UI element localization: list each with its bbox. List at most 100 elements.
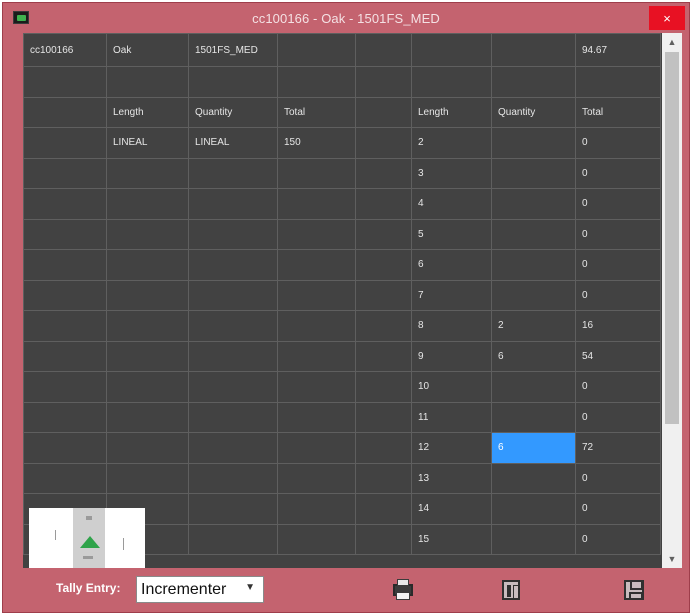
table-cell[interactable]	[491, 66, 576, 98]
table-cell[interactable]	[355, 523, 412, 555]
table-cell[interactable]	[188, 249, 278, 281]
table-cell[interactable]	[23, 96, 107, 128]
table-cell[interactable]: 2	[491, 310, 576, 342]
table-cell[interactable]	[106, 249, 189, 281]
save-icon[interactable]	[623, 579, 645, 601]
table-cell[interactable]	[491, 462, 576, 494]
table-cell[interactable]	[106, 371, 189, 403]
vertical-scrollbar[interactable]: ▲ ▼	[662, 33, 682, 568]
table-cell[interactable]: 0	[575, 493, 661, 525]
table-cell[interactable]	[491, 157, 576, 189]
table-cell[interactable]	[491, 523, 576, 555]
table-cell[interactable]: 11	[411, 401, 492, 433]
table-cell[interactable]	[355, 462, 412, 494]
table-cell[interactable]: Quantity	[491, 96, 576, 128]
table-cell[interactable]	[355, 188, 412, 220]
table-cell[interactable]	[355, 401, 412, 433]
table-cell[interactable]	[491, 401, 576, 433]
table-cell[interactable]: 12	[411, 432, 492, 464]
table-cell[interactable]: 54	[575, 340, 661, 372]
table-cell[interactable]: 72	[575, 432, 661, 464]
table-cell[interactable]: 7	[411, 279, 492, 311]
table-cell[interactable]: 0	[575, 462, 661, 494]
table-cell[interactable]	[23, 157, 107, 189]
table-cell[interactable]: 0	[575, 279, 661, 311]
table-cell[interactable]	[355, 127, 412, 159]
table-cell[interactable]	[277, 66, 356, 98]
table-cell[interactable]	[23, 188, 107, 220]
table-cell[interactable]: Oak	[106, 33, 189, 67]
table-cell[interactable]	[355, 218, 412, 250]
table-cell[interactable]	[491, 249, 576, 281]
tally-entry-select[interactable]: Incrementer ▼	[136, 576, 264, 603]
table-cell[interactable]	[188, 401, 278, 433]
table-cell[interactable]	[23, 371, 107, 403]
table-cell[interactable]	[277, 523, 356, 555]
table-cell[interactable]	[23, 401, 107, 433]
table-cell[interactable]: 8	[411, 310, 492, 342]
table-cell[interactable]	[106, 279, 189, 311]
table-cell[interactable]	[23, 279, 107, 311]
table-cell[interactable]	[106, 218, 189, 250]
table-cell[interactable]	[277, 462, 356, 494]
table-cell[interactable]	[355, 96, 412, 128]
table-cell[interactable]: 9	[411, 340, 492, 372]
table-cell[interactable]: 1501FS_MED	[188, 33, 278, 67]
table-cell[interactable]	[188, 279, 278, 311]
table-cell[interactable]	[277, 279, 356, 311]
table-cell[interactable]: Length	[411, 96, 492, 128]
table-cell[interactable]	[106, 462, 189, 494]
table-cell[interactable]	[277, 310, 356, 342]
table-cell[interactable]: 94.67	[575, 33, 661, 67]
table-cell[interactable]: 5	[411, 218, 492, 250]
table-cell[interactable]	[23, 340, 107, 372]
table-cell[interactable]: 6	[411, 249, 492, 281]
table-cell[interactable]	[491, 218, 576, 250]
table-cell[interactable]	[277, 401, 356, 433]
table-cell[interactable]	[277, 188, 356, 220]
table-cell[interactable]	[355, 340, 412, 372]
table-cell[interactable]	[491, 371, 576, 403]
table-cell[interactable]	[188, 523, 278, 555]
table-cell[interactable]: 2	[411, 127, 492, 159]
scroll-down-icon[interactable]: ▼	[662, 550, 682, 568]
scroll-thumb[interactable]	[665, 52, 679, 424]
table-cell[interactable]	[188, 218, 278, 250]
table-cell[interactable]: 10	[411, 371, 492, 403]
table-cell[interactable]	[106, 310, 189, 342]
table-cell[interactable]	[106, 432, 189, 464]
close-button[interactable]: ×	[649, 6, 685, 30]
table-cell[interactable]: Total	[277, 96, 356, 128]
table-cell[interactable]	[106, 340, 189, 372]
table-cell[interactable]	[277, 218, 356, 250]
table-cell[interactable]	[491, 493, 576, 525]
scroll-up-icon[interactable]: ▲	[662, 33, 682, 51]
table-cell[interactable]: Length	[106, 96, 189, 128]
table-cell[interactable]: 0	[575, 523, 661, 555]
table-cell[interactable]	[23, 127, 107, 159]
table-cell[interactable]	[106, 66, 189, 98]
table-cell[interactable]: 0	[575, 127, 661, 159]
table-cell[interactable]	[188, 432, 278, 464]
table-cell[interactable]: LINEAL	[106, 127, 189, 159]
table-cell[interactable]	[188, 340, 278, 372]
table-cell[interactable]	[277, 157, 356, 189]
table-cell[interactable]: LINEAL	[188, 127, 278, 159]
table-cell[interactable]	[23, 66, 107, 98]
table-cell[interactable]	[23, 310, 107, 342]
table-cell[interactable]: Quantity	[188, 96, 278, 128]
table-cell[interactable]	[277, 371, 356, 403]
table-cell[interactable]	[491, 33, 576, 67]
table-cell[interactable]	[23, 462, 107, 494]
table-cell[interactable]	[411, 66, 492, 98]
table-cell[interactable]	[355, 249, 412, 281]
table-cell[interactable]	[188, 66, 278, 98]
table-cell[interactable]: 4	[411, 188, 492, 220]
table-cell[interactable]	[188, 188, 278, 220]
table-cell[interactable]	[23, 249, 107, 281]
table-cell[interactable]: 0	[575, 401, 661, 433]
table-cell[interactable]: 0	[575, 218, 661, 250]
table-cell[interactable]: 16	[575, 310, 661, 342]
table-cell[interactable]: 3	[411, 157, 492, 189]
table-cell[interactable]	[106, 157, 189, 189]
